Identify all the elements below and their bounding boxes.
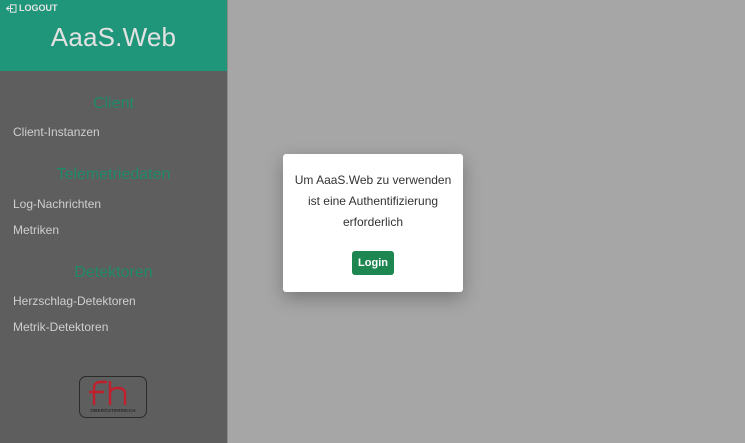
logout-icon [6, 3, 17, 13]
auth-message-line-2: ist eine Authentifizierung [307, 194, 439, 208]
logo-caption: OBERÖSTERREICH [90, 408, 136, 413]
login-button[interactable]: Login [352, 251, 394, 275]
section-heading-detektoren: Detektoren [74, 264, 153, 281]
sidebar-header: LOGOUT AaaS.Web [0, 0, 227, 71]
auth-message-line-3: erforderlich [342, 215, 404, 229]
logout-button[interactable]: LOGOUT [6, 3, 58, 13]
section-heading-telemetriedaten: Telemetriedaten [56, 166, 171, 183]
nav-item-herzschlag-detektoren[interactable]: Herzschlag-Detektoren [13, 294, 136, 308]
fh-logo: OBERÖSTERREICH [79, 376, 147, 418]
nav-item-metrik-detektoren[interactable]: Metrik-Detektoren [13, 320, 108, 334]
auth-message: Um AaaS.Web zu verwenden ist eine Authen… [283, 170, 463, 233]
app-title: AaaS.Web [50, 22, 177, 52]
auth-dialog: Um AaaS.Web zu verwenden ist eine Authen… [283, 154, 463, 292]
nav-item-client-instanzen[interactable]: Client-Instanzen [13, 125, 100, 139]
auth-message-line-1: Um AaaS.Web zu verwenden [294, 173, 452, 187]
sidebar: LOGOUT AaaS.Web Client Client-Instanzen … [0, 0, 228, 443]
nav-item-log-nachrichten[interactable]: Log-Nachrichten [13, 197, 101, 211]
section-heading-client: Client [93, 95, 134, 112]
nav-item-metriken[interactable]: Metriken [13, 223, 59, 237]
logout-label: LOGOUT [19, 3, 58, 13]
